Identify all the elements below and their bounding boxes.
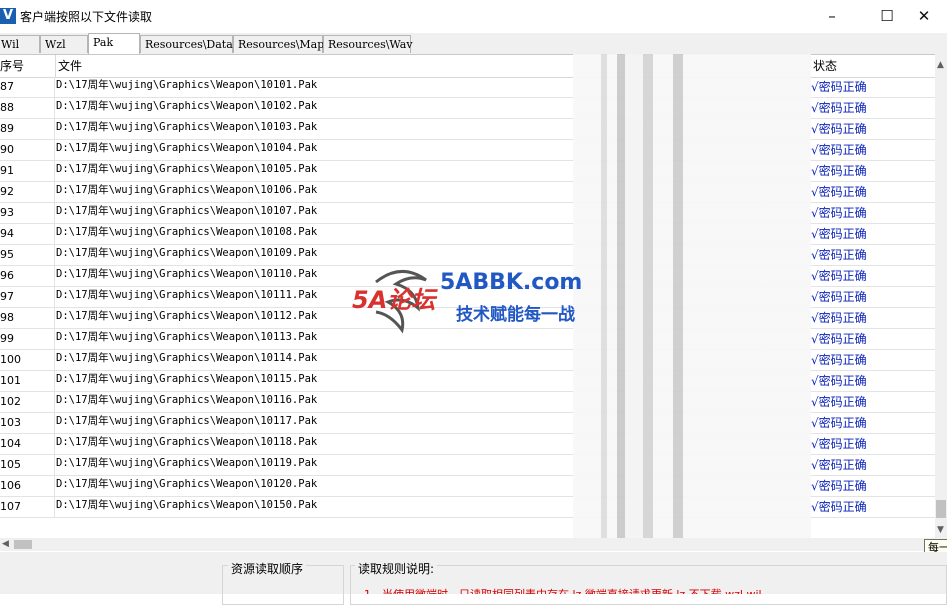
row-seq: 106 bbox=[0, 476, 55, 496]
header-seq[interactable]: 序号 bbox=[0, 55, 56, 77]
tab-resources-wav[interactable]: Resources\Wav bbox=[323, 35, 413, 53]
minimize-button[interactable]: – bbox=[809, 0, 855, 32]
row-status: √密码正确 bbox=[811, 458, 867, 472]
row-file: D:\17周年\wujing\Graphics\Weapon\10105.Pak bbox=[56, 163, 318, 175]
row-seq: 88 bbox=[0, 98, 55, 118]
row-seq: 98 bbox=[0, 308, 55, 328]
row-seq: 107 bbox=[0, 497, 55, 517]
row-file: D:\17周年\wujing\Graphics\Weapon\10113.Pak bbox=[56, 331, 318, 343]
vertical-scroll-thumb[interactable] bbox=[936, 500, 946, 518]
row-file: D:\17周年\wujing\Graphics\Weapon\10117.Pak bbox=[56, 415, 318, 427]
row-file: D:\17周年\wujing\Graphics\Weapon\10107.Pak bbox=[56, 205, 318, 217]
row-status: √密码正确 bbox=[811, 206, 867, 220]
blurred-columns bbox=[573, 54, 811, 540]
row-status: √密码正确 bbox=[811, 101, 867, 115]
tab-wil[interactable]: Wil bbox=[0, 35, 40, 53]
window-title: 客户端按照以下文件读取 bbox=[20, 10, 153, 24]
row-seq: 105 bbox=[0, 455, 55, 475]
row-status: √密码正确 bbox=[811, 353, 867, 367]
row-status: √密码正确 bbox=[811, 80, 867, 94]
vertical-scrollbar[interactable] bbox=[935, 54, 947, 540]
row-seq: 94 bbox=[0, 224, 55, 244]
row-status: √密码正确 bbox=[811, 437, 867, 451]
row-file: D:\17周年\wujing\Graphics\Weapon\10108.Pak bbox=[56, 226, 318, 238]
row-seq: 87 bbox=[0, 77, 55, 97]
horizontal-scroll-thumb[interactable] bbox=[14, 540, 32, 549]
row-file: D:\17周年\wujing\Graphics\Weapon\10102.Pak bbox=[56, 100, 318, 112]
row-file: D:\17周年\wujing\Graphics\Weapon\10104.Pak bbox=[56, 142, 318, 154]
row-status: √密码正确 bbox=[811, 269, 867, 283]
row-file: D:\17周年\wujing\Graphics\Weapon\10115.Pak bbox=[56, 373, 318, 385]
row-status: √密码正确 bbox=[811, 311, 867, 325]
close-button[interactable]: ✕ bbox=[901, 0, 947, 32]
horizontal-scrollbar[interactable] bbox=[0, 538, 935, 551]
row-file: D:\17周年\wujing\Graphics\Weapon\10112.Pak bbox=[56, 310, 318, 322]
tab-pak[interactable]: Pak bbox=[88, 33, 140, 54]
row-status: √密码正确 bbox=[811, 227, 867, 241]
rules-title: 读取规则说明: bbox=[355, 560, 438, 577]
resource-order-title: 资源读取顺序 bbox=[228, 560, 307, 577]
row-file: D:\17周年\wujing\Graphics\Weapon\10150.Pak bbox=[56, 499, 318, 511]
row-seq: 104 bbox=[0, 434, 55, 454]
header-status[interactable]: 状态 bbox=[811, 55, 935, 77]
row-file: D:\17周年\wujing\Graphics\Weapon\10111.Pak bbox=[56, 289, 318, 301]
row-file: D:\17周年\wujing\Graphics\Weapon\10109.Pak bbox=[56, 247, 318, 259]
row-file: D:\17周年\wujing\Graphics\Weapon\10119.Pak bbox=[56, 457, 318, 469]
scroll-left-icon[interactable]: ◀ bbox=[2, 539, 9, 549]
row-file: D:\17周年\wujing\Graphics\Weapon\10106.Pak bbox=[56, 184, 318, 196]
row-file: D:\17周年\wujing\Graphics\Weapon\10116.Pak bbox=[56, 394, 318, 406]
row-status: √密码正确 bbox=[811, 164, 867, 178]
row-seq: 93 bbox=[0, 203, 55, 223]
row-status: √密码正确 bbox=[811, 500, 867, 514]
row-status: √密码正确 bbox=[811, 185, 867, 199]
row-file: D:\17周年\wujing\Graphics\Weapon\10118.Pak bbox=[56, 436, 318, 448]
row-seq: 97 bbox=[0, 287, 55, 307]
row-status: √密码正确 bbox=[811, 122, 867, 136]
title-bar: V 客户端按照以下文件读取 – ☐ ✕ bbox=[0, 0, 947, 32]
row-file: D:\17周年\wujing\Graphics\Weapon\10103.Pak bbox=[56, 121, 318, 133]
tab-wzl[interactable]: Wzl bbox=[40, 35, 88, 53]
row-seq: 95 bbox=[0, 245, 55, 265]
row-file: D:\17周年\wujing\Graphics\Weapon\10114.Pak bbox=[56, 352, 318, 364]
tab-resources-map[interactable]: Resources\Map bbox=[233, 35, 324, 53]
row-seq: 103 bbox=[0, 413, 55, 433]
scroll-down-icon[interactable]: ▼ bbox=[937, 525, 944, 535]
row-status: √密码正确 bbox=[811, 143, 867, 157]
scroll-up-icon[interactable]: ▲ bbox=[937, 60, 944, 70]
app-icon: V bbox=[0, 8, 16, 24]
tab-resources-data[interactable]: Resources\Data bbox=[140, 35, 233, 53]
tab-bar: Wil Wzl Pak Resources\Data Resources\Map… bbox=[0, 33, 947, 54]
row-seq: 90 bbox=[0, 140, 55, 160]
row-file: D:\17周年\wujing\Graphics\Weapon\10110.Pak bbox=[56, 268, 318, 280]
row-seq: 91 bbox=[0, 161, 55, 181]
row-seq: 96 bbox=[0, 266, 55, 286]
row-seq: 101 bbox=[0, 371, 55, 391]
row-status: √密码正确 bbox=[811, 248, 867, 262]
row-seq: 99 bbox=[0, 329, 55, 349]
row-status: √密码正确 bbox=[811, 332, 867, 346]
rules-text: 1、当使用微端时，只读取相同列表中存在.lz 微端直接请求更新.lz 不下载.w… bbox=[364, 588, 834, 594]
row-seq: 89 bbox=[0, 119, 55, 139]
row-status: √密码正确 bbox=[811, 290, 867, 304]
row-seq: 102 bbox=[0, 392, 55, 412]
row-status: √密码正确 bbox=[811, 416, 867, 430]
row-seq: 92 bbox=[0, 182, 55, 202]
row-file: D:\17周年\wujing\Graphics\Weapon\10101.Pak bbox=[56, 79, 318, 91]
row-seq: 100 bbox=[0, 350, 55, 370]
rules-group bbox=[350, 565, 947, 605]
row-status: √密码正确 bbox=[811, 395, 867, 409]
row-status: √密码正确 bbox=[811, 374, 867, 388]
row-status: √密码正确 bbox=[811, 479, 867, 493]
row-file: D:\17周年\wujing\Graphics\Weapon\10120.Pak bbox=[56, 478, 318, 490]
